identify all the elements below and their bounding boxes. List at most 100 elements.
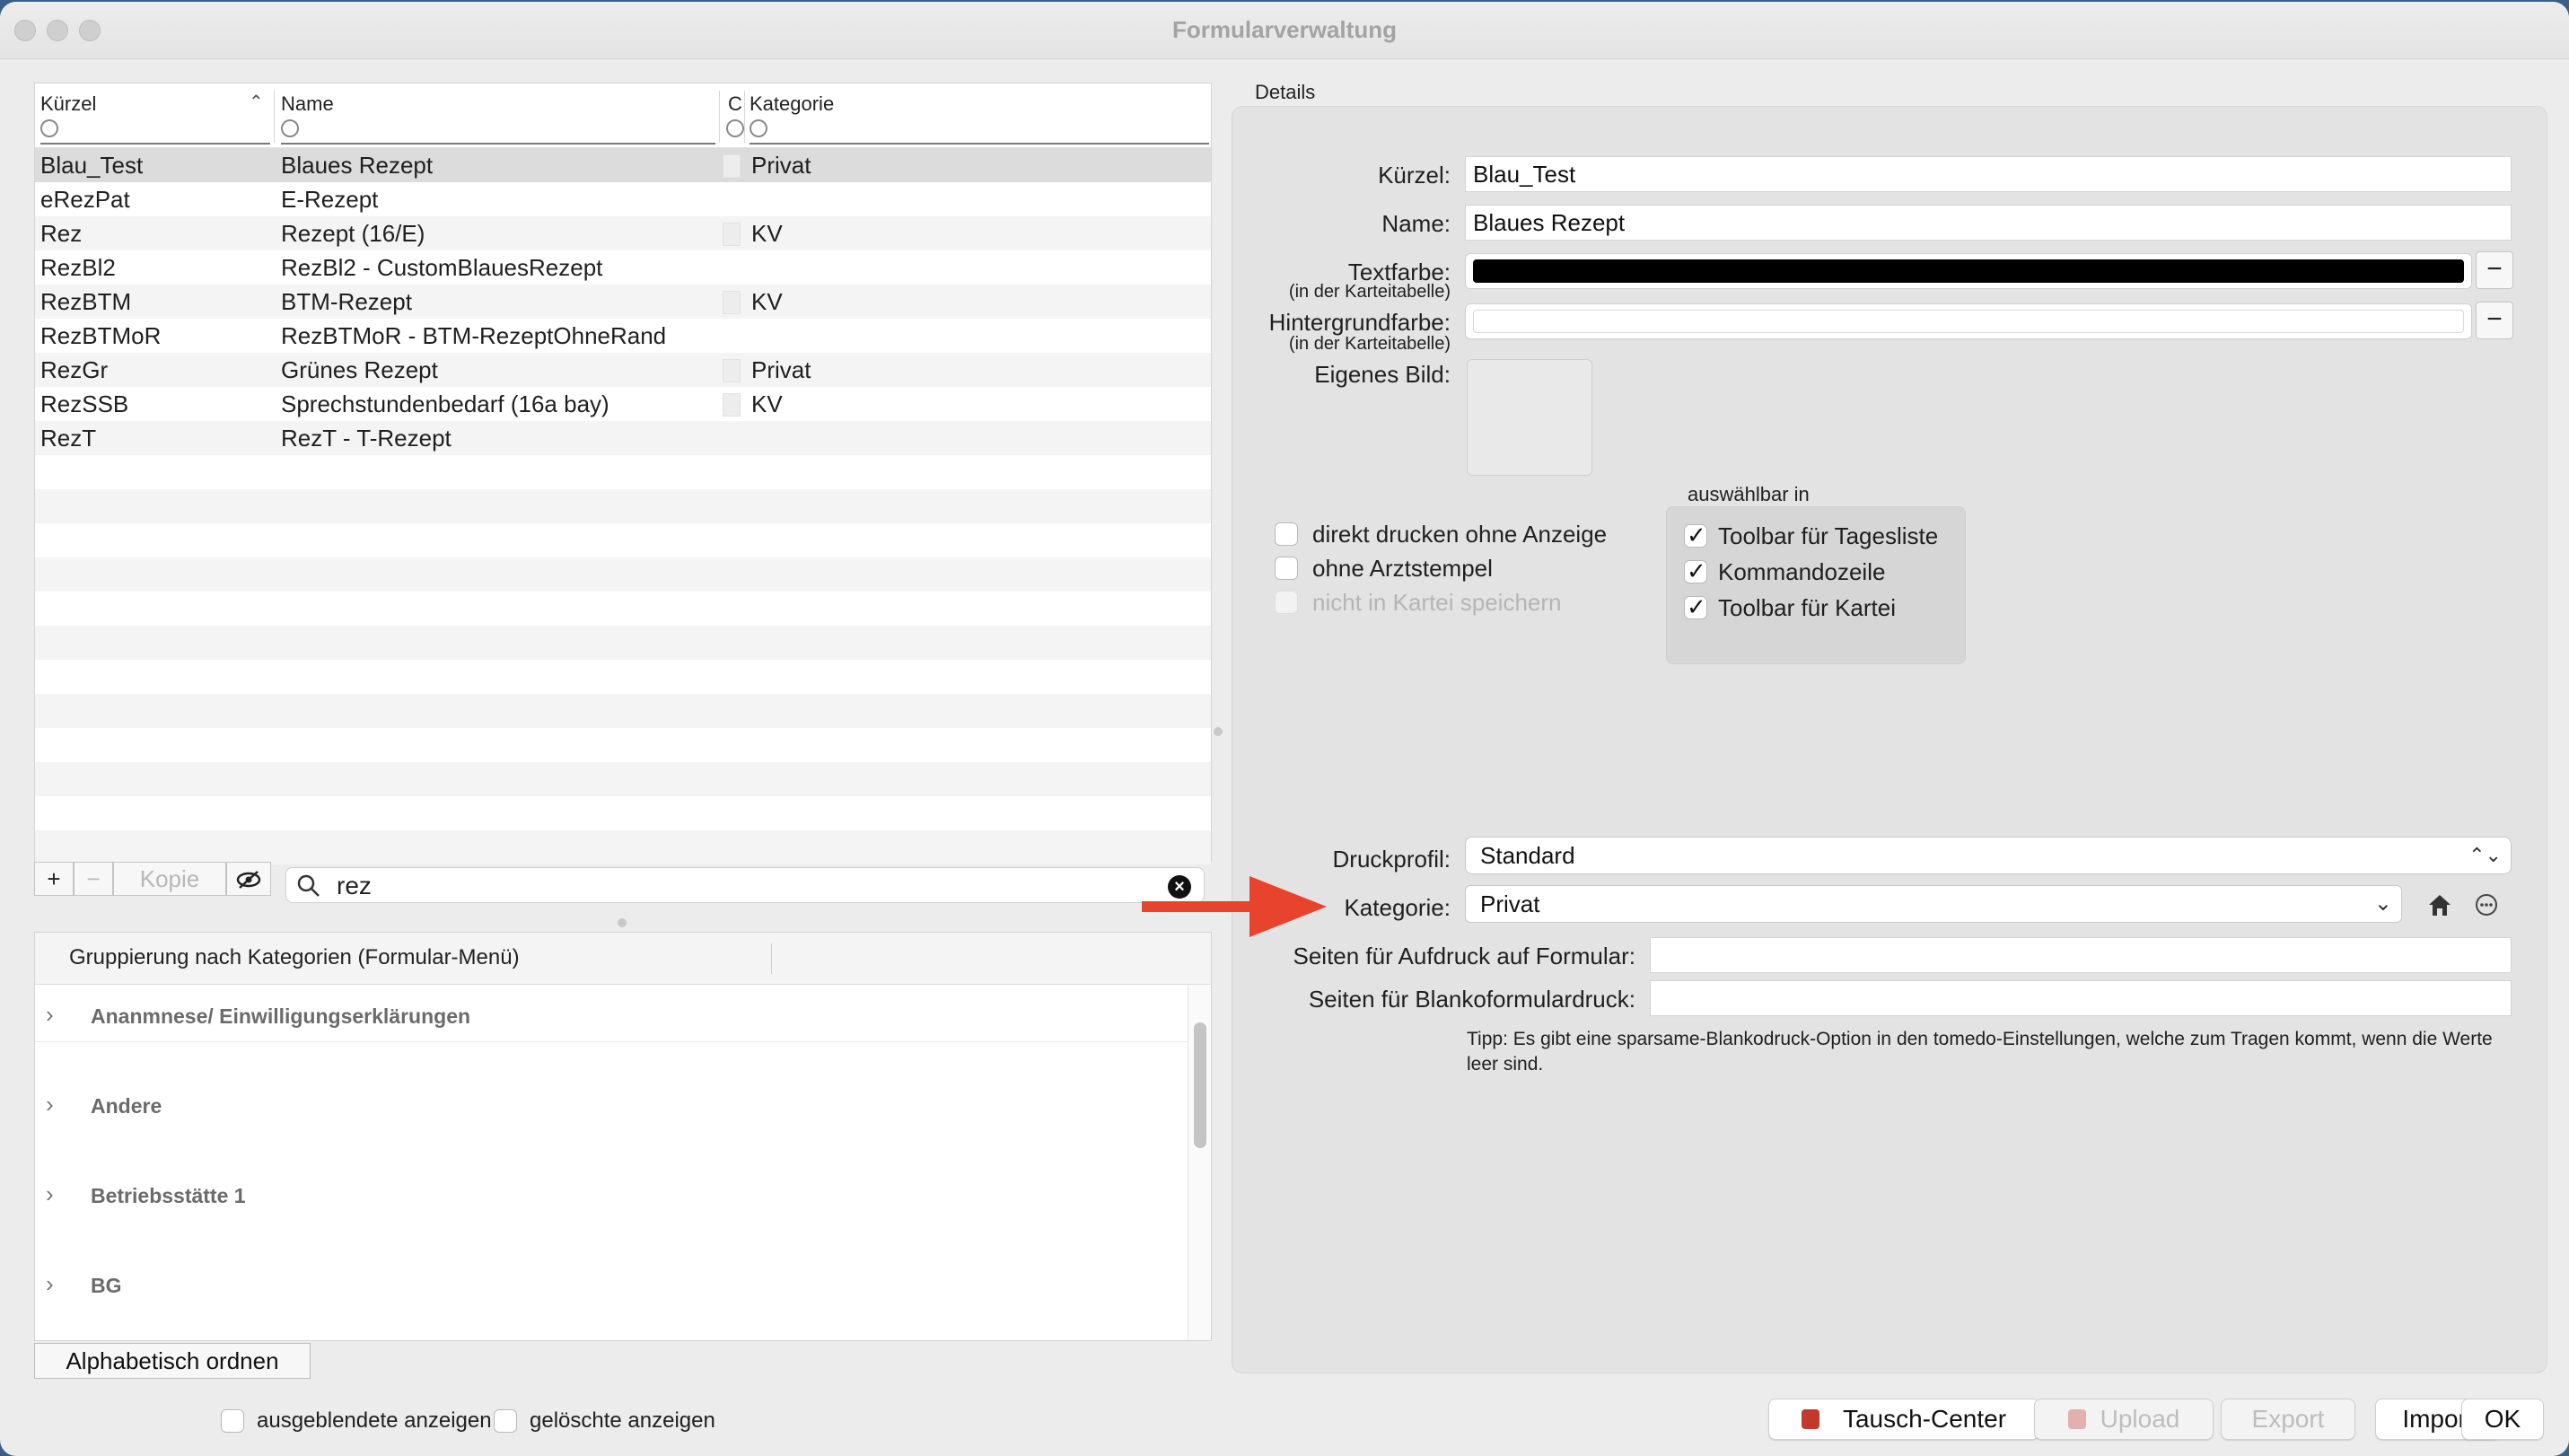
- window-title: Formularverwaltung: [1172, 16, 1397, 43]
- eigenes-bild-label: Eigenes Bild:: [1314, 361, 1451, 388]
- empty-table-row: [35, 762, 1211, 796]
- cell-c-indicator: [723, 223, 741, 246]
- search-input[interactable]: rez: [337, 872, 372, 900]
- filter-name-icon[interactable]: [281, 119, 299, 137]
- cell-name: Rezept (16/E): [281, 220, 425, 247]
- show-hidden-checkbox[interactable]: [221, 1409, 244, 1433]
- empty-table-row: [35, 796, 1211, 830]
- chevron-right-icon[interactable]: ›: [46, 1270, 54, 1298]
- chevron-right-icon[interactable]: ›: [46, 1001, 54, 1029]
- chevron-right-icon[interactable]: ›: [46, 1091, 54, 1118]
- visibility-toggle-button[interactable]: [226, 862, 271, 896]
- druckprofil-popup[interactable]: Standard ⌃⌄: [1465, 837, 2512, 874]
- ok-button[interactable]: OK: [2461, 1399, 2544, 1440]
- filter-kategorie-icon[interactable]: [750, 119, 767, 137]
- kategorie-label: Kategorie:: [1344, 894, 1451, 921]
- show-deleted-checkbox[interactable]: [494, 1409, 517, 1433]
- background-color-well[interactable]: [1465, 303, 2472, 339]
- nicht-in-kartei-checkbox: [1275, 591, 1298, 614]
- table-row[interactable]: Rez Rezept (16/E) KV: [35, 216, 1211, 250]
- druckprofil-label: Druckprofil:: [1332, 846, 1451, 873]
- column-divider[interactable]: [274, 91, 275, 143]
- seiten-aufdruck-field[interactable]: [1650, 937, 2512, 973]
- table-row[interactable]: RezBTMoR RezBTMoR - BTM-RezeptOhneRand: [35, 319, 1211, 353]
- split-handle[interactable]: [1214, 727, 1223, 736]
- text-color-well[interactable]: [1465, 253, 2472, 289]
- sort-alphabetically-button[interactable]: Alphabetisch ordnen: [34, 1343, 311, 1379]
- upload-label: Upload: [2100, 1405, 2180, 1433]
- direkt-drucken-checkbox[interactable]: [1275, 522, 1298, 546]
- table-row[interactable]: RezGr Grünes Rezept Privat: [35, 353, 1211, 387]
- search-field[interactable]: rez ×: [285, 867, 1205, 903]
- app-window: Formularverwaltung Kürzel ⌃ Name C Kateg…: [0, 2, 2569, 1456]
- cell-kategorie: KV: [751, 390, 783, 417]
- filter-underline: [281, 143, 715, 145]
- vertical-scrollbar[interactable]: [1188, 985, 1211, 1340]
- kuerzel-field[interactable]: Blau_Test: [1465, 156, 2512, 192]
- remove-background-color-button[interactable]: −: [2476, 302, 2513, 339]
- home-icon[interactable]: [2425, 890, 2454, 919]
- copy-form-button[interactable]: Kopie: [113, 862, 226, 896]
- column-divider[interactable]: [771, 943, 772, 974]
- group-item[interactable]: › Ananmnese/ Einwilligungserklärungen: [35, 988, 1188, 1042]
- toolbar-kartei-checkbox[interactable]: [1684, 593, 1707, 621]
- toolbar-kartei-label: Toolbar für Kartei: [1718, 594, 1896, 621]
- search-icon: [297, 874, 320, 897]
- group-item[interactable]: › BG: [35, 1258, 1188, 1311]
- empty-table-row: [35, 557, 1211, 592]
- table-row[interactable]: RezBTM BTM-Rezept KV: [35, 285, 1211, 319]
- cell-name: Blaues Rezept: [281, 152, 434, 179]
- table-row[interactable]: Blau_Test Blaues Rezept Privat: [35, 148, 1211, 182]
- group-item[interactable]: › Betriebsstätte 1: [35, 1168, 1188, 1222]
- table-row[interactable]: eRezPat E-Rezept: [35, 182, 1211, 216]
- table-row[interactable]: RezSSB Sprechstundenbedarf (16a bay) KV: [35, 387, 1211, 421]
- cell-kategorie: Privat: [751, 356, 811, 383]
- remove-form-button[interactable]: −: [74, 862, 113, 896]
- split-handle[interactable]: [618, 918, 627, 927]
- column-header-c[interactable]: C: [728, 92, 742, 116]
- kommandozeile-label: Kommandozeile: [1718, 558, 1886, 585]
- direkt-drucken-label: direkt drucken ohne Anzeige: [1312, 521, 1608, 548]
- toolbar-tagesliste-checkbox[interactable]: [1684, 522, 1707, 549]
- cell-name: E-Rezept: [281, 186, 379, 213]
- table-row[interactable]: RezT RezT - T-Rezept: [35, 421, 1211, 455]
- cell-name: RezBl2 - CustomBlauesRezept: [281, 254, 603, 281]
- cell-name: RezT - T-Rezept: [281, 425, 452, 452]
- kategorie-combobox[interactable]: Privat ⌄: [1465, 885, 2402, 923]
- column-divider[interactable]: [719, 91, 720, 143]
- tausch-center-button[interactable]: Tausch-Center: [1768, 1399, 2039, 1440]
- column-header-kategorie[interactable]: Kategorie: [750, 92, 834, 116]
- grouping-panel: Gruppierung nach Kategorien (Formular-Me…: [34, 932, 1212, 1341]
- seiten-blanko-field[interactable]: [1650, 980, 2512, 1016]
- chevron-down-icon[interactable]: ⌄: [2374, 886, 2392, 922]
- scrollbar-thumb[interactable]: [1194, 1022, 1206, 1148]
- cell-kuerzel: RezBTM: [40, 288, 132, 315]
- nicht-in-kartei-label: nicht in Kartei speichern: [1312, 589, 1562, 616]
- cell-name: RezBTMoR - BTM-RezeptOhneRand: [281, 322, 667, 349]
- table-row[interactable]: RezBl2 RezBl2 - CustomBlauesRezept: [35, 250, 1211, 285]
- filter-c-icon[interactable]: [726, 119, 744, 137]
- kommandozeile-checkbox[interactable]: [1684, 557, 1707, 585]
- more-options-icon[interactable]: [2472, 890, 2501, 919]
- filter-kuerzel-icon[interactable]: [40, 119, 58, 137]
- column-header-kuerzel[interactable]: Kürzel: [40, 92, 96, 116]
- details-title: Details: [1255, 81, 1316, 103]
- ohne-arztstempel-label: ohne Arztstempel: [1312, 555, 1493, 582]
- empty-table-row: [35, 728, 1211, 762]
- filter-underline: [750, 143, 1209, 145]
- ohne-arztstempel-checkbox[interactable]: [1275, 557, 1298, 580]
- empty-table-row: [35, 592, 1211, 626]
- upload-button[interactable]: Upload: [2034, 1399, 2214, 1440]
- column-divider[interactable]: [744, 91, 745, 143]
- column-header-name[interactable]: Name: [281, 92, 334, 116]
- export-button[interactable]: Export: [2221, 1399, 2355, 1440]
- group-item[interactable]: › Andere: [35, 1078, 1188, 1132]
- empty-table-row: [35, 830, 1211, 864]
- name-field[interactable]: Blaues Rezept: [1465, 205, 2512, 241]
- remove-text-color-button[interactable]: −: [2476, 251, 2513, 289]
- add-form-button[interactable]: +: [34, 862, 74, 896]
- image-well[interactable]: [1467, 359, 1592, 476]
- cell-kuerzel: RezSSB: [40, 390, 129, 417]
- annotation-arrow-icon: [1142, 876, 1327, 937]
- chevron-right-icon[interactable]: ›: [46, 1180, 54, 1208]
